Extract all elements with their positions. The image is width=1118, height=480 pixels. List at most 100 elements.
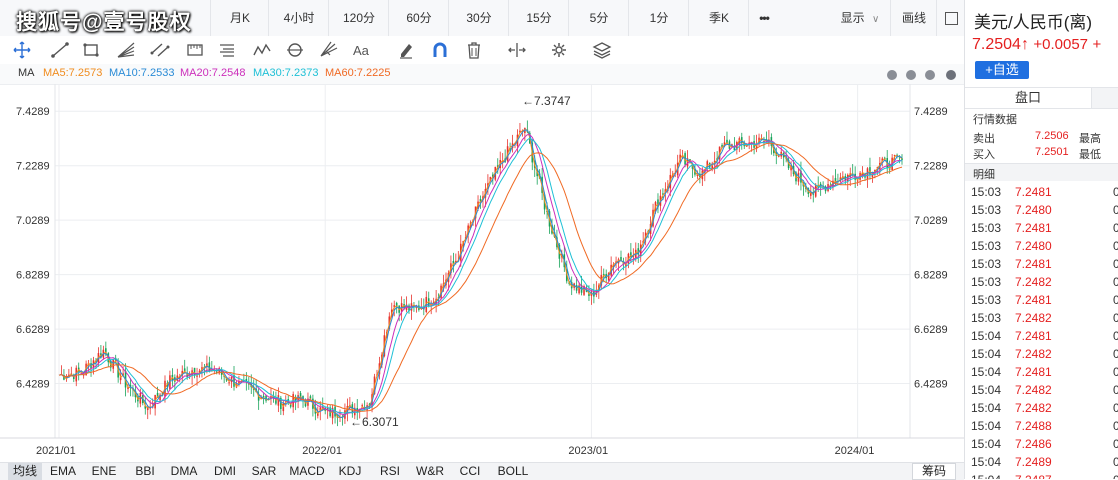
channel-tool-icon[interactable] — [150, 41, 170, 59]
y-tick-right: 7.4289 — [914, 106, 948, 118]
tick-price: 7.2481 — [1015, 221, 1052, 235]
tick-row: 15:04 7.2482 0 — [971, 345, 1118, 363]
y-tick-left: 7.2289 — [16, 161, 50, 173]
buy-value: 7.2501 — [1035, 146, 1069, 158]
collapse-icon[interactable] — [887, 70, 897, 80]
tick-price: 7.2481 — [1015, 185, 1052, 199]
tick-volume: 0 — [1113, 293, 1118, 307]
tick-volume: 0 — [1113, 275, 1118, 289]
period-tab-1m[interactable]: 1分 — [628, 0, 689, 36]
last-price: 7.2504↑ +0.0057 + — [972, 36, 1101, 54]
y-tick-left: 6.6289 — [16, 324, 50, 336]
buy-label: 买入 — [973, 149, 995, 161]
wave-tool-icon[interactable] — [252, 41, 272, 59]
crosshair-tool-icon[interactable] — [12, 41, 32, 59]
remove-indicator-icon[interactable] — [925, 70, 935, 80]
tick-volume: 0 — [1113, 347, 1118, 361]
magnet-icon[interactable] — [430, 41, 450, 59]
draw-line-button[interactable]: 画线 — [890, 0, 937, 36]
indicator-tab-macd[interactable]: MACD — [286, 463, 328, 480]
y-tick-left: 7.4289 — [16, 106, 50, 118]
period-tab-month[interactable]: 月K — [210, 0, 269, 36]
tick-time: 15:03 — [971, 185, 1002, 199]
tick-time: 15:04 — [971, 365, 1002, 379]
detail-header: 明细 — [965, 163, 1118, 181]
indicator-tab-ma[interactable]: 均线 — [8, 463, 42, 480]
low-label: 最低 — [1079, 149, 1101, 161]
trash-icon[interactable] — [464, 41, 484, 59]
rectangle-tool-icon[interactable] — [81, 41, 101, 59]
tick-row: 15:03 7.2482 0 — [971, 309, 1118, 327]
period-tab-4h[interactable]: 4小时 — [268, 0, 329, 36]
indicator-tab-bbi[interactable]: BBI — [128, 463, 162, 480]
indicator-tab-boll[interactable]: BOLL — [492, 463, 534, 480]
indicator-tab-ene[interactable]: ENE — [86, 463, 122, 480]
tick-price: 7.2481 — [1015, 293, 1052, 307]
eraser-icon[interactable] — [396, 41, 416, 59]
tick-price: 7.2480 — [1015, 203, 1052, 217]
tick-time: 15:03 — [971, 203, 1002, 217]
chips-button[interactable]: 筹码 — [912, 463, 956, 480]
tick-time: 15:03 — [971, 221, 1002, 235]
fan-tool-icon[interactable] — [116, 41, 136, 59]
period-tab-5m[interactable]: 5分 — [568, 0, 629, 36]
indicator-tab-dma[interactable]: DMA — [166, 463, 202, 480]
tick-price: 7.2487 — [1015, 471, 1052, 479]
indicator-tab-cci[interactable]: CCI — [454, 463, 486, 480]
ruler-tool-icon[interactable] — [185, 41, 205, 59]
add-watchlist-button[interactable]: +自选 — [975, 61, 1029, 79]
indicator-tab-ema[interactable]: EMA — [46, 463, 80, 480]
tick-row: 15:04 7.2489 0 — [971, 453, 1118, 471]
low-annotation: ←6.3071 — [350, 415, 399, 429]
indicator-tab-sar[interactable]: SAR — [246, 463, 282, 480]
watermark: 搜狐号@壹号股权 — [16, 11, 192, 34]
fullscreen-button[interactable] — [936, 0, 965, 36]
y-tick-left: 6.4289 — [16, 379, 50, 391]
text-tool-icon[interactable]: Aa — [352, 41, 372, 59]
add-indicator-icon[interactable] — [906, 70, 916, 80]
fibonacci-tool-icon[interactable] — [217, 41, 237, 59]
tick-row: 15:04 7.2481 0 — [971, 327, 1118, 345]
kline-chart[interactable]: 7.4289 7.4289 7.2289 7.2289 7.0289 7.0289 6.82… — [0, 84, 964, 462]
y-tick-right: 7.2289 — [914, 161, 948, 173]
split-icon[interactable] — [507, 41, 527, 59]
more-periods-button[interactable]: ••• — [748, 0, 779, 36]
period-tab-quarter[interactable]: 季K — [688, 0, 749, 36]
indicator-tab-dmi[interactable]: DMI — [208, 463, 242, 480]
gear-icon[interactable] — [549, 41, 569, 59]
x-tick-label: 2023/01 — [568, 445, 608, 457]
period-tab-15m[interactable]: 15分 — [508, 0, 569, 36]
period-tab-60m[interactable]: 60分 — [388, 0, 449, 36]
ma60-label: MA60:7.2225 — [325, 67, 391, 79]
tick-volume: 0 — [1113, 239, 1118, 253]
indicator-settings-icon[interactable] — [946, 70, 956, 80]
square-icon — [944, 12, 958, 26]
indicator-tab-rsi[interactable]: RSI — [374, 463, 406, 480]
price-change: +0.0057 — [1033, 36, 1089, 53]
ma-line-10 — [58, 129, 903, 419]
tick-volume: 0 — [1113, 419, 1118, 433]
indicator-tab-kdj[interactable]: KDJ — [332, 463, 368, 480]
tick-price: 7.2489 — [1015, 455, 1052, 469]
tick-volume: 0 — [1113, 437, 1118, 451]
pitchfork-tool-icon[interactable] — [318, 41, 338, 59]
svg-text:Aa: Aa — [353, 43, 370, 58]
period-tab-30m[interactable]: 30分 — [448, 0, 509, 36]
ma-legend: MA MA5:7.2573 MA10:7.2533 MA20:7.2548 MA… — [0, 64, 964, 85]
sell-value: 7.2506 — [1035, 130, 1069, 142]
ma5-label: MA5:7.2573 — [43, 67, 103, 79]
tick-volume: 0 — [1113, 455, 1118, 469]
tab-order-book[interactable]: 盘口 — [965, 88, 1092, 108]
trend-line-tool-icon[interactable] — [50, 41, 70, 59]
tick-volume: 0 — [1113, 383, 1118, 397]
cycle-tool-icon[interactable] — [285, 41, 305, 59]
indicator-tab-wr[interactable]: W&R — [410, 463, 450, 480]
display-dropdown[interactable]: 显示 ∨ — [830, 0, 890, 36]
layers-icon[interactable] — [592, 41, 612, 59]
tick-time: 15:03 — [971, 257, 1002, 271]
tick-time: 15:04 — [971, 383, 1002, 397]
period-tab-120m[interactable]: 120分 — [328, 0, 389, 36]
quote-panel: 美元/人民币(离) 7.2504↑ +0.0057 + +自选 盘口 行情数据 … — [964, 0, 1118, 479]
candle-body — [228, 382, 230, 384]
display-label: 显示 — [840, 11, 865, 25]
